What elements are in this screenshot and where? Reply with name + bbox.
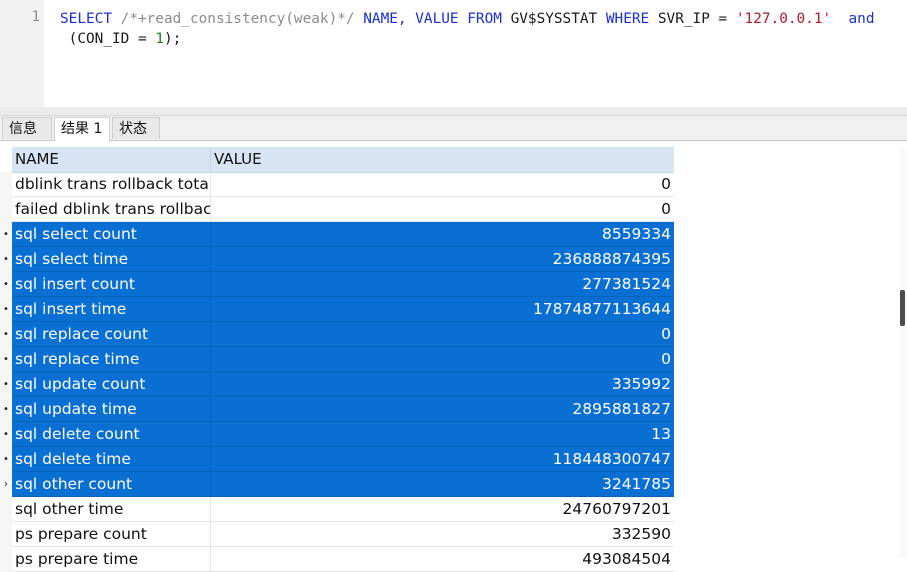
tab-result-1[interactable]: 结果 1 bbox=[54, 117, 110, 141]
scrollbar-thumb[interactable] bbox=[900, 290, 905, 326]
result-tab-bar: 信息 结果 1 状态 bbox=[0, 116, 907, 141]
cell-value[interactable]: 332590 bbox=[211, 522, 674, 547]
row-indicator[interactable]: • bbox=[0, 247, 12, 272]
row-indicator[interactable]: • bbox=[0, 372, 12, 397]
cell-value[interactable]: 8559334 bbox=[211, 222, 674, 247]
table-row[interactable]: dblink trans rollback total u0 bbox=[0, 172, 675, 197]
editor-splitter[interactable] bbox=[0, 107, 907, 116]
cell-name[interactable]: sql select time bbox=[12, 247, 211, 272]
sql-editor[interactable]: 1 SELECT /*+read_consistency(weak)*/ NAM… bbox=[0, 0, 907, 107]
row-indicator[interactable] bbox=[0, 172, 12, 197]
cell-name[interactable]: ps prepare time bbox=[12, 547, 211, 572]
table-row[interactable]: • sql replace count 0 bbox=[0, 322, 675, 347]
table-row[interactable]: › sql other count 3241785 bbox=[0, 472, 675, 497]
cell-value[interactable]: 277381524 bbox=[211, 272, 674, 297]
table-row[interactable]: • sql select time 236888874395 bbox=[0, 247, 675, 272]
row-indicator[interactable]: • bbox=[0, 422, 12, 447]
cell-value[interactable]: 0 bbox=[211, 172, 674, 197]
row-indicator[interactable]: • bbox=[0, 397, 12, 422]
row-indicator[interactable]: • bbox=[0, 272, 12, 297]
sql-table-name: GV$SYSSTAT bbox=[510, 11, 598, 27]
cell-value[interactable]: 118448300747 bbox=[211, 447, 674, 472]
cell-name[interactable]: sql other time bbox=[12, 497, 211, 522]
table-row[interactable]: sql other time 24760797201 bbox=[0, 497, 675, 522]
cell-value[interactable]: 236888874395 bbox=[211, 247, 674, 272]
table-row[interactable]: ps prepare count 332590 bbox=[0, 522, 675, 547]
table-row[interactable]: failed dblink trans rollback 0 bbox=[0, 197, 675, 222]
tab-status[interactable]: 状态 bbox=[112, 117, 160, 139]
sql-columns: NAME, VALUE bbox=[363, 11, 459, 27]
table-row[interactable]: • sql delete count 13 bbox=[0, 422, 675, 447]
cell-name[interactable]: sql replace count bbox=[12, 322, 211, 347]
sql-hint-comment: /*+read_consistency(weak)*/ bbox=[120, 11, 355, 27]
cell-name[interactable]: sql delete time bbox=[12, 447, 211, 472]
cell-name[interactable]: sql select count bbox=[12, 222, 211, 247]
sql-condition-ip: SVR_IP = bbox=[657, 11, 728, 27]
cell-name[interactable]: failed dblink trans rollback bbox=[12, 197, 211, 222]
cell-name[interactable]: sql other count bbox=[12, 472, 211, 497]
table-row[interactable]: ps prepare time 493084504 bbox=[0, 547, 675, 572]
row-indicator[interactable] bbox=[0, 197, 12, 222]
row-indicator[interactable]: • bbox=[0, 347, 12, 372]
cell-name[interactable]: sql delete count bbox=[12, 422, 211, 447]
cell-name[interactable]: sql insert count bbox=[12, 272, 211, 297]
table-row[interactable]: • sql select count 8559334 bbox=[0, 222, 675, 247]
column-header-value[interactable]: VALUE bbox=[211, 147, 674, 172]
sql-keyword-select: SELECT bbox=[60, 11, 112, 27]
cell-value[interactable]: 17874877113644 bbox=[211, 297, 674, 322]
table-row[interactable]: • sql update time 2895881827 bbox=[0, 397, 675, 422]
editor-gutter: 1 bbox=[0, 0, 44, 107]
column-header-name[interactable]: NAME bbox=[12, 147, 211, 172]
cell-value[interactable]: 24760797201 bbox=[211, 497, 674, 522]
cell-value[interactable]: 3241785 bbox=[211, 472, 674, 497]
row-indicator[interactable]: • bbox=[0, 322, 12, 347]
cell-value[interactable]: 0 bbox=[211, 197, 674, 222]
cell-value[interactable]: 13 bbox=[211, 422, 674, 447]
cell-name[interactable]: sql insert time bbox=[12, 297, 211, 322]
cell-value[interactable]: 493084504 bbox=[211, 547, 674, 572]
tab-info[interactable]: 信息 bbox=[2, 117, 52, 139]
sql-close-paren: ); bbox=[164, 31, 182, 47]
line-number: 1 bbox=[31, 9, 40, 25]
table-row[interactable]: • sql update count 335992 bbox=[0, 372, 675, 397]
table-row[interactable]: • sql insert time 17874877113644 bbox=[0, 297, 675, 322]
cell-value[interactable]: 0 bbox=[211, 322, 674, 347]
row-indicator[interactable]: • bbox=[0, 297, 12, 322]
row-indicator[interactable]: • bbox=[0, 447, 12, 472]
cell-value[interactable]: 335992 bbox=[211, 372, 674, 397]
cell-name[interactable]: sql update count bbox=[12, 372, 211, 397]
table-row[interactable]: • sql replace time 0 bbox=[0, 347, 675, 372]
grid-header: NAME VALUE bbox=[12, 147, 674, 173]
sql-code[interactable]: SELECT /*+read_consistency(weak)*/ NAME,… bbox=[60, 9, 875, 49]
cell-name[interactable]: sql update time bbox=[12, 397, 211, 422]
sql-keyword-from: FROM bbox=[467, 11, 502, 27]
row-indicator[interactable] bbox=[0, 522, 12, 547]
cell-value[interactable]: 2895881827 bbox=[211, 397, 674, 422]
row-indicator[interactable] bbox=[0, 547, 12, 572]
sql-number-con-id: 1 bbox=[155, 31, 164, 47]
table-row[interactable]: • sql delete time 118448300747 bbox=[0, 447, 675, 472]
row-indicator[interactable]: › bbox=[0, 472, 12, 497]
cell-value[interactable]: 0 bbox=[211, 347, 674, 372]
row-indicator[interactable] bbox=[0, 497, 12, 522]
sql-condition-con-id: (CON_ID = bbox=[68, 31, 147, 47]
vertical-scrollbar[interactable] bbox=[899, 148, 907, 559]
sql-string-ip: '127.0.0.1' bbox=[735, 11, 832, 27]
sql-keyword-where: WHERE bbox=[605, 11, 650, 27]
cell-name[interactable]: ps prepare count bbox=[12, 522, 211, 547]
cell-name[interactable]: sql replace time bbox=[12, 347, 211, 372]
table-row[interactable]: • sql insert count 277381524 bbox=[0, 272, 675, 297]
cell-name[interactable]: dblink trans rollback total u bbox=[12, 172, 211, 197]
sql-keyword-and: and bbox=[848, 11, 875, 27]
row-indicator[interactable]: • bbox=[0, 222, 12, 247]
